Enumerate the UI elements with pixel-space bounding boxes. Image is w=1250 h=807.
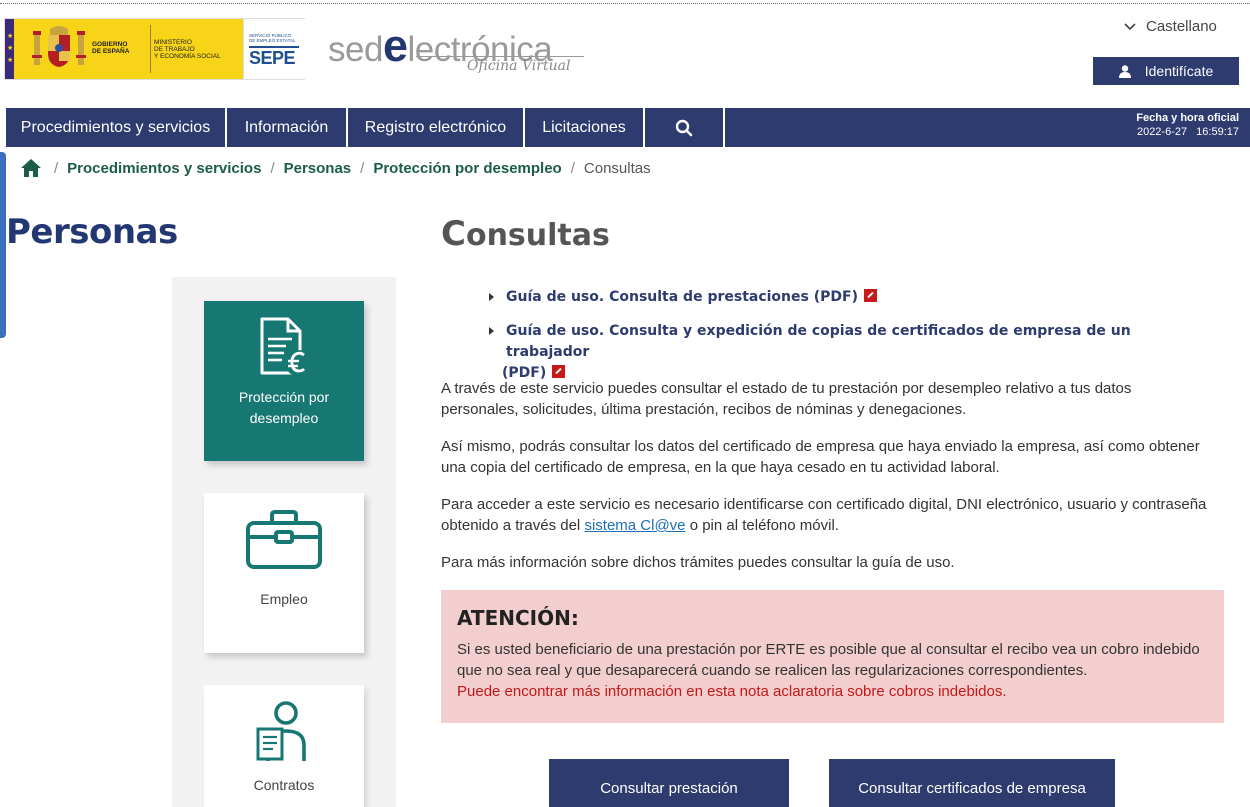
sede-subtitle: Oficina Virtual [467,58,571,74]
user-icon [1118,64,1131,78]
breadcrumb-personas[interactable]: Personas [284,160,352,177]
list-item[interactable]: Guía de uso. Consulta y expedición de co… [487,321,1187,384]
logo-separator [150,25,151,73]
search-icon [675,119,693,136]
breadcrumb-proteccion[interactable]: Protección por desempleo [373,160,561,177]
breadcrumb-procedimientos[interactable]: Procedimientos y servicios [67,160,261,177]
gobierno-text: GOBIERNO DE ESPAÑA [92,41,130,55]
alert-title: ATENCIÓN: [457,606,579,630]
document-euro-icon [260,317,311,376]
sede-underline [416,56,584,57]
info-paragraph: Para más información sobre dichos trámit… [441,554,955,571]
login-label: Identifícate [1144,63,1214,79]
attention-alert: ATENCIÓN: Si es usted beneficiario de un… [441,590,1224,723]
breadcrumb-current: Consultas [583,159,651,177]
official-time-label: Fecha y hora oficial [1136,112,1239,124]
intro-paragraph: A través de este servicio puedes consult… [441,380,1132,418]
guide-certificados-link[interactable]: Guía de uso. Consulta y expedición de co… [506,323,1131,360]
breadcrumb-separator: / [54,159,59,177]
external-pdf-icon [863,289,877,302]
clave-link[interactable]: sistema Cl@ve [584,517,685,534]
certificate-paragraph: Así mismo, podrás consultar los datos de… [441,438,1200,476]
sepe-small-text: SERVICIO PÚBLICO DE EMPLEO ESTATAL [249,33,296,43]
card-contratos[interactable]: Contratos [204,685,364,807]
sepe-logo: SERVICIO PÚBLICO DE EMPLEO ESTATAL SEPE [243,19,305,79]
guide-prestaciones-link[interactable]: Guía de uso. Consulta de prestaciones (P… [506,289,858,305]
chevron-down-icon [1124,20,1136,34]
section-title: Personas [6,212,178,252]
card-label: desempleo [249,410,319,426]
card-proteccion-desempleo[interactable]: Protección por desempleo [204,301,364,461]
card-label: Empleo [260,591,308,607]
nav-search-button[interactable] [645,108,725,147]
official-time: Fecha y hora oficial 2022-6-27 16:59:17 [1136,112,1239,138]
breadcrumb-separator: / [360,159,365,177]
language-selector[interactable]: Castellano [1124,18,1217,35]
person-document-icon [256,701,306,761]
consultar-prestacion-button[interactable]: Consultar prestación [549,759,789,807]
card-empleo[interactable]: Empleo [204,493,364,653]
breadcrumb-separator: / [570,159,575,177]
briefcase-icon [246,510,322,569]
spain-crest-icon [32,26,86,67]
nav-procedimientos[interactable]: Procedimientos y servicios [4,108,227,147]
breadcrumb: / Procedimientos y servicios / Personas … [20,158,651,178]
home-icon[interactable] [20,158,42,178]
official-time-value: 2022-6-27 16:59:17 [1136,126,1239,138]
external-pdf-icon [552,365,566,378]
card-label: Protección por [238,389,330,405]
alert-link[interactable]: Puede encontrar más información en esta … [457,681,1208,702]
nav-informacion[interactable]: Información [227,108,348,147]
consultar-certificados-button[interactable]: Consultar certificados de empresa [829,759,1115,807]
login-button[interactable]: Identifícate [1093,57,1239,85]
government-logo[interactable]: ★ ★ ★ GOBIERNO DE ESPAÑA MINISTERIO DE TRABA… [4,18,305,80]
sede-electronica-logo[interactable]: sedelectrónica Oficina Virtual [328,14,590,84]
breadcrumb-separator: / [270,159,275,177]
nav-registro[interactable]: Registro electrónico [348,108,525,147]
alert-text: Si es usted beneficiario de una prestaci… [457,641,1200,679]
list-item[interactable]: Guía de uso. Consulta de prestaciones (P… [487,287,1187,308]
card-label: Contratos [253,777,315,793]
top-dotted-rule [0,3,1250,4]
access-paragraph: Para acceder a este servicio es necesari… [441,496,1207,534]
gobierno-logo: GOBIERNO DE ESPAÑA MINISTERIO DE TRABAJO Y … [14,19,243,79]
nav-licitaciones[interactable]: Licitaciones [525,108,645,147]
ministry-text: MINISTERIO DE TRABAJO Y ECONOMÍA SOCIAL [154,39,221,60]
language-label: Castellano [1146,18,1217,35]
page-title: Consultas [441,214,610,254]
sepe-big-text: SEPE [249,48,296,68]
eu-flag-strip: ★ ★ ★ [5,19,14,79]
main-navbar: Procedimientos y servicios Información R… [4,108,1250,147]
